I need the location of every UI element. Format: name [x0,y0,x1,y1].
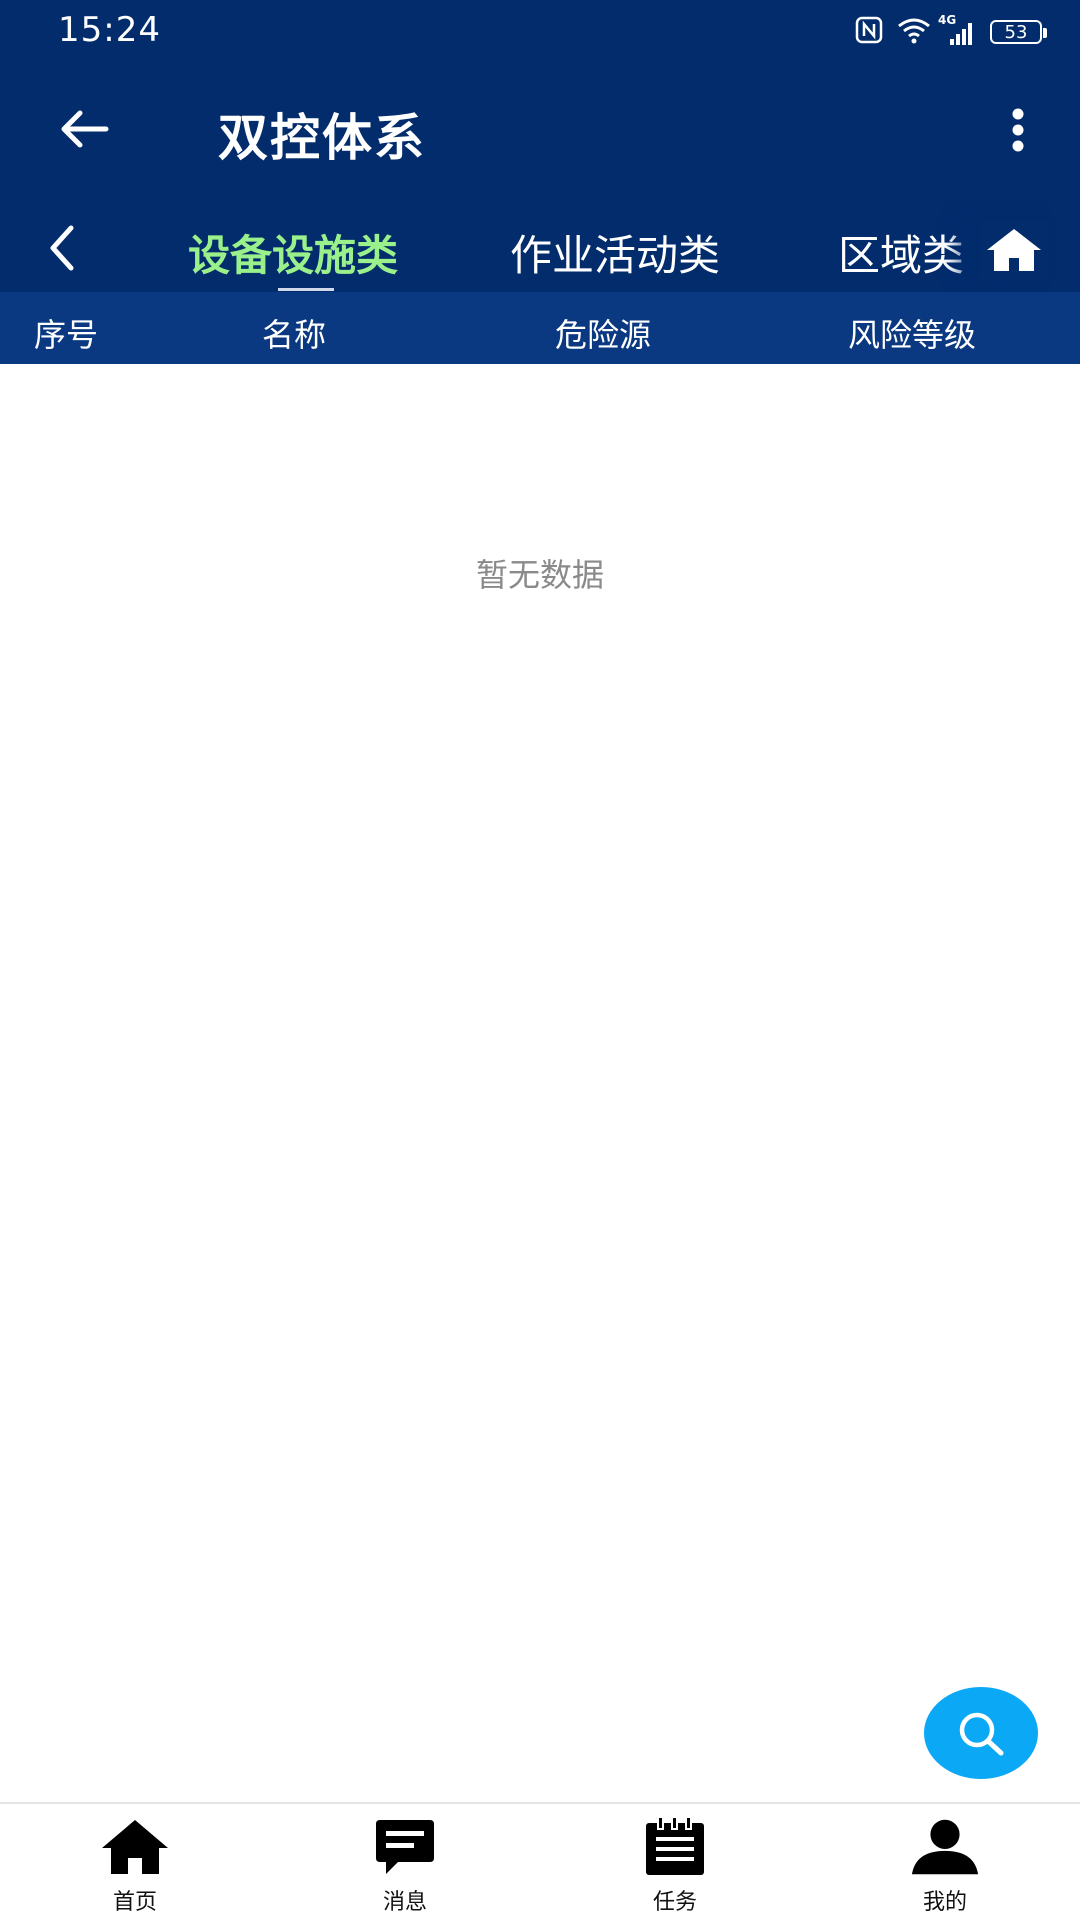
app-bar: 双控体系 [0,62,1080,202]
page-title: 双控体系 [218,109,426,167]
home-icon [102,1820,168,1874]
more-vertical-icon [1012,108,1024,152]
bottom-navigation: 首页 消息 任务 我的 [0,1802,1080,1922]
nav-profile-label: 我的 [922,1890,967,1915]
status-bar: 15:24 4G 53 [0,0,1080,62]
nav-messages-label: 消息 [382,1890,427,1915]
task-icon [646,1817,704,1875]
tab-home-button[interactable] [980,220,1048,280]
category-tabs: 设备设施类 作业活动类 区域类 [0,202,1080,292]
chevron-left-icon [50,225,74,271]
wifi-icon [896,15,932,49]
nav-messages[interactable]: 消息 [335,1816,475,1916]
column-header-index: 序号 [34,316,99,354]
battery-level: 53 [1004,21,1028,43]
tab-indicator [278,288,334,291]
arrow-left-icon [61,110,109,148]
back-button[interactable] [48,98,120,160]
column-header-risk-level: 风险等级 [848,316,977,354]
nfc-icon [854,15,884,49]
nav-home[interactable]: 首页 [65,1816,205,1916]
status-time: 15:24 [58,10,161,50]
search-icon [959,1712,1004,1756]
battery-icon: 53 [990,20,1047,44]
table-header: 序号 名称 危险源 风险等级 [0,292,1080,364]
column-header-hazard-source: 危险源 [555,316,652,354]
tab-area[interactable]: 区域类 [838,222,964,283]
nav-home-label: 首页 [112,1890,157,1915]
nav-tasks[interactable]: 任务 [605,1816,745,1916]
user-icon [911,1819,979,1875]
tab-prev-button[interactable] [34,220,90,276]
message-icon [376,1820,434,1874]
status-icons: 4G 53 [854,12,1047,52]
column-header-name: 名称 [262,316,327,354]
signal-icon: 4G [938,13,978,47]
home-icon [987,229,1041,271]
tab-equipment-facilities[interactable]: 设备设施类 [188,222,398,283]
empty-state-text: 暂无数据 [475,556,604,594]
nav-profile[interactable]: 我的 [875,1816,1015,1916]
more-button[interactable] [994,102,1042,158]
tab-work-activities[interactable]: 作业活动类 [510,222,720,283]
search-button[interactable] [924,1687,1038,1779]
nav-tasks-label: 任务 [652,1890,697,1915]
